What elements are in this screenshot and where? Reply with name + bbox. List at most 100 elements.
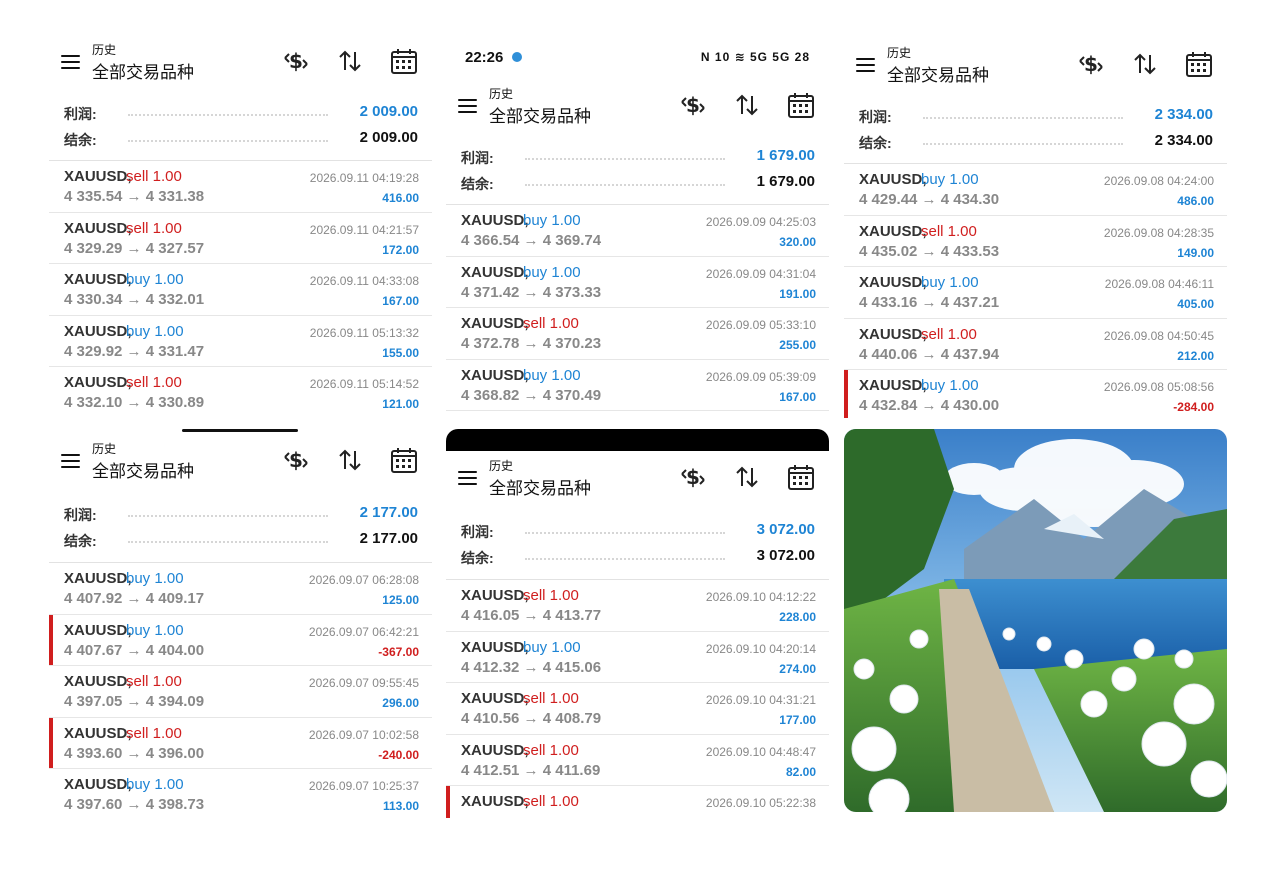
trade-row[interactable]: XAUUSD, sell 1.00 4 416.05 → 4 413.77 2026.… <box>446 580 829 632</box>
trade-side: sell 1.00 <box>523 690 579 708</box>
trade-row[interactable]: XAUUSD, sell 1.00 4 440.06 → 4 437.94 2026.… <box>844 319 1227 371</box>
history-panel-5: 历史 全部交易品种 $ 利润: 3 072.00 结余: 3 072.00 XAUU… <box>446 452 829 818</box>
balance-label: 结余: <box>859 135 892 151</box>
summary: 利润: 2 177.00 结余: 2 177.00 <box>49 501 432 559</box>
sort-icon[interactable] <box>335 445 365 475</box>
summary: 利润: 3 072.00 结余: 3 072.00 <box>446 518 829 576</box>
trade-profit: -240.00 <box>378 747 419 762</box>
trade-list: XAUUSD, buy 1.00 4 366.54 → 4 369.74 2026.0… <box>446 204 829 412</box>
profit-label: 利润: <box>64 106 97 122</box>
history-panel-2: 22:26 N 10 ≋ 5G 5G 28 历史 全部交易品种 $ 利润: 1 6… <box>446 40 829 412</box>
trade-time: 2026.09.10 04:12:22 <box>705 590 816 604</box>
header-title[interactable]: 全部交易品种 <box>489 474 591 499</box>
trade-row[interactable]: XAUUSD, buy 1.00 4 407.92 → 4 409.17 2026.0… <box>49 563 432 615</box>
trade-prices: 4 332.10 → 4 330.89 <box>64 394 205 412</box>
trade-profit: 121.00 <box>382 397 419 412</box>
trade-row[interactable]: XAUUSD, buy 1.00 4 412.32 → 4 415.06 2026.0… <box>446 632 829 684</box>
menu-icon[interactable] <box>61 54 80 69</box>
sort-icon[interactable] <box>732 90 762 120</box>
balance-value: 1 679.00 <box>756 173 815 190</box>
balance-label: 结余: <box>461 550 494 566</box>
trade-symbol: XAUUSD, <box>64 621 132 639</box>
trade-row[interactable]: XAUUSD, sell 1.00 4 410.56 → 4 408.79 2026.… <box>446 683 829 735</box>
trade-prices: 4 397.05 → 4 394.09 <box>64 693 205 711</box>
header-subtitle: 历史 <box>489 87 514 101</box>
balance-label: 结余: <box>64 533 97 549</box>
trade-row[interactable]: XAUUSD, sell 1.00 4 397.05 → 4 394.09 2026.… <box>49 666 432 718</box>
sort-icon[interactable] <box>335 46 365 76</box>
trade-time: 2026.09.10 04:48:47 <box>705 744 816 759</box>
header-title[interactable]: 全部交易品种 <box>92 457 194 482</box>
dollar-swap-icon[interactable]: $ <box>281 46 311 76</box>
header-title[interactable]: 全部交易品种 <box>92 58 194 83</box>
trade-time: 2026.09.08 04:28:35 <box>1103 225 1214 240</box>
trade-row[interactable]: XAUUSD, sell 1.00 4 412.51 → 4 411.69 2026.… <box>446 735 829 787</box>
sort-icon[interactable] <box>1130 49 1160 79</box>
dollar-swap-icon[interactable]: $ <box>281 445 311 475</box>
balance-label: 结余: <box>461 176 494 192</box>
screen-edge <box>446 429 829 451</box>
calendar-icon[interactable] <box>389 445 419 475</box>
calendar-icon[interactable] <box>786 462 816 492</box>
trade-row[interactable]: XAUUSD, buy 1.00 4 329.92 → 4 331.47 2026.0… <box>49 316 432 368</box>
trade-row[interactable]: XAUUSD, sell 1.00 4 335.54 → 4 331.38 2026.… <box>49 161 432 213</box>
trade-row[interactable]: XAUUSD, buy 1.00 4 368.82 → 4 370.49 2026.0… <box>446 360 829 412</box>
trade-row[interactable]: XAUUSD, buy 1.00 4 429.44 → 4 434.30 2026.0… <box>844 164 1227 216</box>
balance-value: 2 009.00 <box>359 129 418 146</box>
trade-row[interactable]: XAUUSD, buy 1.00 4 397.60 → 4 398.73 2026.0… <box>49 769 432 815</box>
profit-label: 利润: <box>461 150 494 166</box>
trade-row[interactable]: XAUUSD, sell 1.00 4 393.60 → 4 396.00 2026.… <box>49 717 432 770</box>
svg-text:$: $ <box>686 93 700 117</box>
calendar-icon[interactable] <box>389 46 419 76</box>
menu-icon[interactable] <box>61 453 80 468</box>
trade-row[interactable]: XAUUSD, sell 1.00 2026.09.10 05:22:38 <box>446 786 829 818</box>
dollar-swap-icon[interactable]: $ <box>1076 49 1106 79</box>
trade-row[interactable]: XAUUSD, buy 1.00 4 432.84 → 4 430.00 2026.0… <box>844 370 1227 418</box>
trade-row[interactable]: XAUUSD, sell 1.00 4 372.78 → 4 370.23 2026.… <box>446 308 829 360</box>
trade-row[interactable]: XAUUSD, buy 1.00 4 366.54 → 4 369.74 2026.0… <box>446 205 829 257</box>
trade-profit: 191.00 <box>779 286 816 301</box>
menu-icon[interactable] <box>856 57 875 72</box>
trade-prices: 4 412.32 → 4 415.06 <box>461 658 602 676</box>
trade-row[interactable]: XAUUSD, buy 1.00 4 407.67 → 4 404.00 2026.0… <box>49 614 432 667</box>
menu-icon[interactable] <box>458 470 477 485</box>
profit-value: 1 679.00 <box>756 147 815 164</box>
trade-time: 2026.09.08 04:50:45 <box>1103 328 1214 343</box>
trade-time: 2026.09.08 04:24:00 <box>1103 174 1214 188</box>
dollar-swap-icon[interactable]: $ <box>678 90 708 120</box>
history-header: 历史 全部交易品种 $ <box>844 39 1227 95</box>
trade-side: buy 1.00 <box>126 322 184 340</box>
trade-side: buy 1.00 <box>126 776 184 794</box>
dollar-swap-icon[interactable]: $ <box>678 462 708 492</box>
svg-text:$: $ <box>289 448 303 472</box>
trade-row[interactable]: XAUUSD, sell 1.00 4 329.29 → 4 327.57 2026.… <box>49 213 432 265</box>
calendar-icon[interactable] <box>1184 49 1214 79</box>
header-title[interactable]: 全部交易品种 <box>887 61 989 86</box>
trade-time: 2026.09.10 05:22:38 <box>705 796 816 811</box>
trade-symbol: XAUUSD, <box>461 690 529 708</box>
trade-row[interactable]: XAUUSD, buy 1.00 4 330.34 → 4 332.01 2026.0… <box>49 264 432 316</box>
trade-symbol: XAUUSD, <box>64 570 132 587</box>
trade-profit: 125.00 <box>382 593 419 607</box>
balance-value: 2 177.00 <box>359 530 418 547</box>
menu-icon[interactable] <box>458 98 477 113</box>
trade-symbol: XAUUSD, <box>859 325 927 343</box>
trade-symbol: XAUUSD, <box>64 271 132 289</box>
profit-value: 2 009.00 <box>359 103 418 120</box>
svg-text:$: $ <box>289 49 303 73</box>
trade-side: buy 1.00 <box>523 212 581 229</box>
summary: 利润: 1 679.00 结余: 1 679.00 <box>446 144 829 202</box>
trade-row[interactable]: XAUUSD, sell 1.00 4 332.10 → 4 330.89 2026.… <box>49 367 432 416</box>
trade-time: 2026.09.07 09:55:45 <box>308 676 419 691</box>
header-title[interactable]: 全部交易品种 <box>489 102 591 127</box>
trade-symbol: XAUUSD, <box>64 219 132 237</box>
sort-icon[interactable] <box>732 462 762 492</box>
trade-row[interactable]: XAUUSD, buy 1.00 4 433.16 → 4 437.21 2026.0… <box>844 267 1227 319</box>
trade-profit: 167.00 <box>779 389 816 404</box>
calendar-icon[interactable] <box>786 90 816 120</box>
trade-row[interactable]: XAUUSD, buy 1.00 4 371.42 → 4 373.33 2026.0… <box>446 257 829 309</box>
trade-row[interactable]: XAUUSD, sell 1.00 4 435.02 → 4 433.53 2026.… <box>844 216 1227 268</box>
trade-time: 2026.09.07 10:25:37 <box>308 779 419 794</box>
trade-profit: 167.00 <box>382 294 419 309</box>
trade-side: sell 1.00 <box>126 724 182 742</box>
